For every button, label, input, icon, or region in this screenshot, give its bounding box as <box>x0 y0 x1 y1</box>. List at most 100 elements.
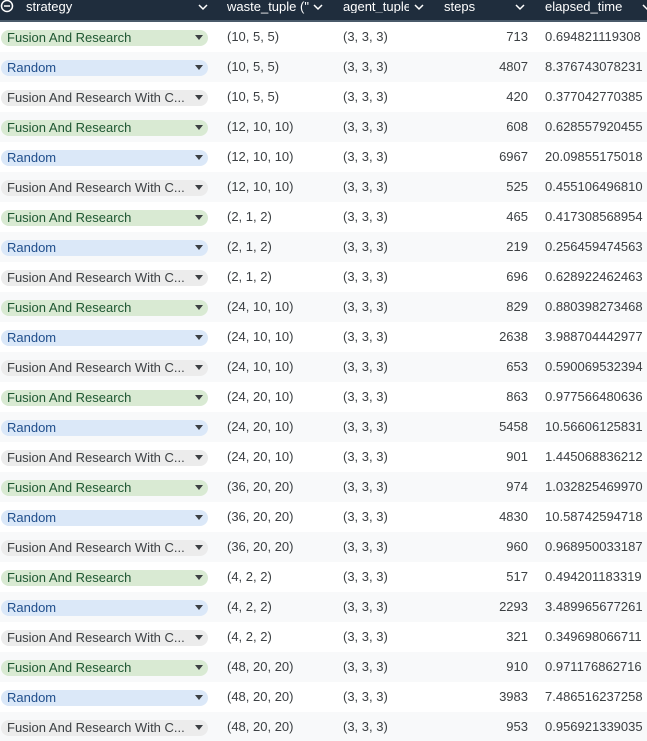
cell-agent-tuple[interactable]: (3, 3, 3) <box>343 22 435 52</box>
strategy-dropdown-chip[interactable]: Random <box>1 690 208 706</box>
cell-steps[interactable]: 6967 <box>440 142 528 172</box>
cell-waste-tuple[interactable]: (2, 1, 2) <box>227 202 333 232</box>
column-header-strategy[interactable]: strategy <box>0 0 215 20</box>
cell-elapsed-time[interactable]: 7.486516237258 <box>545 682 647 712</box>
cell-agent-tuple[interactable]: (3, 3, 3) <box>343 232 435 262</box>
chevron-down-icon[interactable] <box>312 1 324 13</box>
cell-waste-tuple[interactable]: (4, 2, 2) <box>227 592 333 622</box>
cell-steps[interactable]: 901 <box>440 442 528 472</box>
strategy-dropdown-chip[interactable]: Fusion And Research <box>1 120 208 136</box>
dropdown-arrow-icon[interactable] <box>195 575 203 580</box>
strategy-dropdown-chip[interactable]: Fusion And Research <box>1 390 208 406</box>
cell-elapsed-time[interactable]: 3.489965677261 <box>545 592 647 622</box>
cell-waste-tuple[interactable]: (10, 5, 5) <box>227 82 333 112</box>
cell-steps[interactable]: 910 <box>440 652 528 682</box>
cell-elapsed-time[interactable]: 0.968950033187 <box>545 532 647 562</box>
cell-agent-tuple[interactable]: (3, 3, 3) <box>343 382 435 412</box>
cell-elapsed-time[interactable]: 0.377042770385 <box>545 82 647 112</box>
strategy-dropdown-chip[interactable]: Random <box>1 600 208 616</box>
cell-waste-tuple[interactable]: (12, 10, 10) <box>227 172 333 202</box>
strategy-dropdown-chip[interactable]: Fusion And Research <box>1 210 208 226</box>
dropdown-arrow-icon[interactable] <box>195 155 203 160</box>
cell-elapsed-time[interactable]: 3.988704442977 <box>545 322 647 352</box>
cell-elapsed-time[interactable]: 10.56606125831 <box>545 412 647 442</box>
cell-waste-tuple[interactable]: (4, 2, 2) <box>227 562 333 592</box>
cell-agent-tuple[interactable]: (3, 3, 3) <box>343 262 435 292</box>
cell-waste-tuple[interactable]: (4, 2, 2) <box>227 622 333 652</box>
chevron-down-icon[interactable] <box>413 1 425 13</box>
strategy-dropdown-chip[interactable]: Random <box>1 150 208 166</box>
filter-toggle-icon[interactable] <box>0 0 16 14</box>
cell-waste-tuple[interactable]: (2, 1, 2) <box>227 262 333 292</box>
cell-agent-tuple[interactable]: (3, 3, 3) <box>343 442 435 472</box>
cell-agent-tuple[interactable]: (3, 3, 3) <box>343 592 435 622</box>
cell-elapsed-time[interactable]: 0.417308568954 <box>545 202 647 232</box>
column-header-elapsed-time[interactable]: elapsed_time <box>545 0 647 20</box>
dropdown-arrow-icon[interactable] <box>195 425 203 430</box>
cell-elapsed-time[interactable]: 0.628557920455 <box>545 112 647 142</box>
cell-agent-tuple[interactable]: (3, 3, 3) <box>343 502 435 532</box>
column-header-steps[interactable]: steps <box>444 0 528 20</box>
cell-waste-tuple[interactable]: (10, 5, 5) <box>227 22 333 52</box>
cell-elapsed-time[interactable]: 0.956921339035 <box>545 712 647 741</box>
strategy-dropdown-chip[interactable]: Random <box>1 240 208 256</box>
cell-agent-tuple[interactable]: (3, 3, 3) <box>343 622 435 652</box>
cell-steps[interactable]: 829 <box>440 292 528 322</box>
cell-elapsed-time[interactable]: 0.455106496810 <box>545 172 647 202</box>
cell-steps[interactable]: 517 <box>440 562 528 592</box>
cell-waste-tuple[interactable]: (24, 20, 10) <box>227 412 333 442</box>
dropdown-arrow-icon[interactable] <box>195 605 203 610</box>
cell-elapsed-time[interactable]: 0.694821119308 <box>545 22 647 52</box>
cell-steps[interactable]: 420 <box>440 82 528 112</box>
dropdown-arrow-icon[interactable] <box>195 635 203 640</box>
cell-steps[interactable]: 953 <box>440 712 528 741</box>
cell-elapsed-time[interactable]: 8.376743078231 <box>545 52 647 82</box>
cell-steps[interactable]: 863 <box>440 382 528 412</box>
strategy-dropdown-chip[interactable]: Fusion And Research <box>1 570 208 586</box>
cell-steps[interactable]: 2293 <box>440 592 528 622</box>
dropdown-arrow-icon[interactable] <box>195 35 203 40</box>
column-header-agent-tuple[interactable]: agent_tuple <box>343 0 428 20</box>
cell-steps[interactable]: 3983 <box>440 682 528 712</box>
strategy-dropdown-chip[interactable]: Random <box>1 330 208 346</box>
cell-elapsed-time[interactable]: 0.494201183319 <box>545 562 647 592</box>
dropdown-arrow-icon[interactable] <box>195 65 203 70</box>
cell-waste-tuple[interactable]: (10, 5, 5) <box>227 52 333 82</box>
strategy-dropdown-chip[interactable]: Fusion And Research With C... <box>1 540 208 556</box>
cell-elapsed-time[interactable]: 1.445068836212 <box>545 442 647 472</box>
cell-steps[interactable]: 960 <box>440 532 528 562</box>
cell-agent-tuple[interactable]: (3, 3, 3) <box>343 532 435 562</box>
cell-waste-tuple[interactable]: (36, 20, 20) <box>227 502 333 532</box>
cell-steps[interactable]: 5458 <box>440 412 528 442</box>
cell-steps[interactable]: 974 <box>440 472 528 502</box>
column-header-waste-tuple[interactable]: waste_tuple (" <box>227 0 331 20</box>
cell-agent-tuple[interactable]: (3, 3, 3) <box>343 52 435 82</box>
cell-elapsed-time[interactable]: 10.58742594718 <box>545 502 647 532</box>
strategy-dropdown-chip[interactable]: Random <box>1 420 208 436</box>
cell-waste-tuple[interactable]: (48, 20, 20) <box>227 712 333 741</box>
cell-agent-tuple[interactable]: (3, 3, 3) <box>343 682 435 712</box>
chevron-down-icon[interactable] <box>641 1 647 13</box>
strategy-dropdown-chip[interactable]: Fusion And Research With C... <box>1 720 208 736</box>
cell-waste-tuple[interactable]: (24, 20, 10) <box>227 382 333 412</box>
cell-steps[interactable]: 4807 <box>440 52 528 82</box>
cell-steps[interactable]: 525 <box>440 172 528 202</box>
strategy-dropdown-chip[interactable]: Fusion And Research <box>1 660 208 676</box>
strategy-dropdown-chip[interactable]: Random <box>1 60 208 76</box>
cell-agent-tuple[interactable]: (3, 3, 3) <box>343 352 435 382</box>
cell-agent-tuple[interactable]: (3, 3, 3) <box>343 82 435 112</box>
dropdown-arrow-icon[interactable] <box>195 395 203 400</box>
strategy-dropdown-chip[interactable]: Fusion And Research <box>1 300 208 316</box>
dropdown-arrow-icon[interactable] <box>195 95 203 100</box>
cell-steps[interactable]: 608 <box>440 112 528 142</box>
dropdown-arrow-icon[interactable] <box>195 245 203 250</box>
cell-waste-tuple[interactable]: (24, 20, 10) <box>227 442 333 472</box>
strategy-dropdown-chip[interactable]: Fusion And Research With C... <box>1 180 208 196</box>
cell-agent-tuple[interactable]: (3, 3, 3) <box>343 112 435 142</box>
cell-steps[interactable]: 4830 <box>440 502 528 532</box>
dropdown-arrow-icon[interactable] <box>195 185 203 190</box>
dropdown-arrow-icon[interactable] <box>195 545 203 550</box>
cell-steps[interactable]: 653 <box>440 352 528 382</box>
cell-waste-tuple[interactable]: (36, 20, 20) <box>227 532 333 562</box>
strategy-dropdown-chip[interactable]: Fusion And Research With C... <box>1 90 208 106</box>
